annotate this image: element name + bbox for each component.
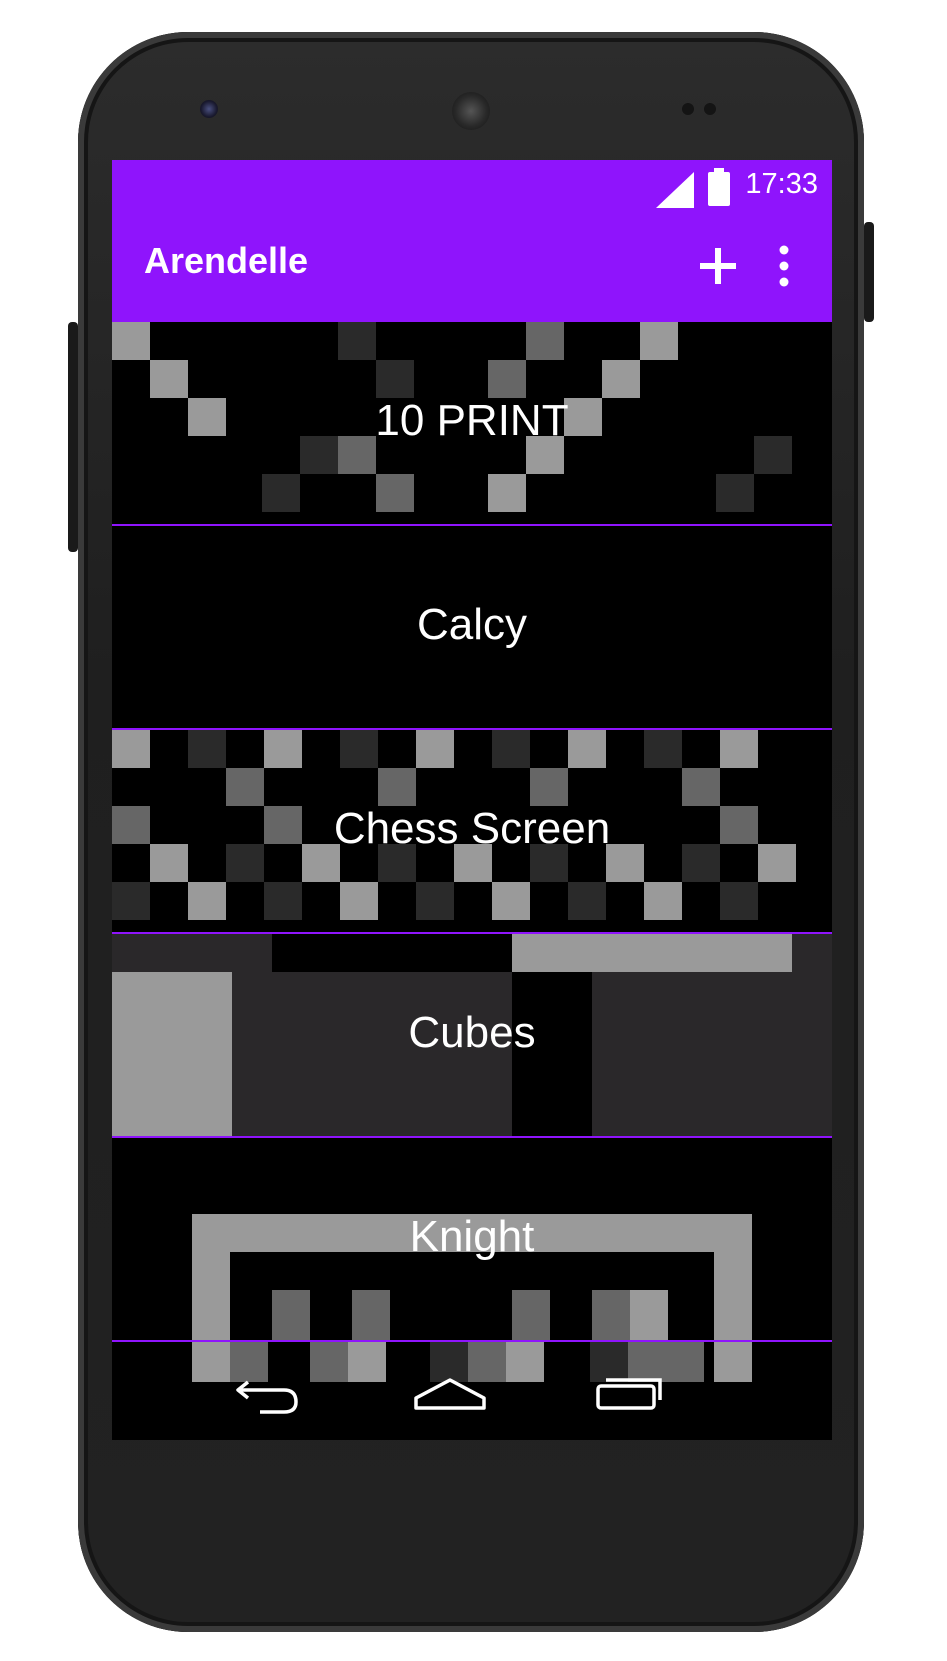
project-name: Cubes bbox=[408, 1008, 536, 1057]
status-bar: 17:33 bbox=[112, 160, 832, 210]
project-name: Chess Screen bbox=[333, 804, 611, 853]
project-name: Knight bbox=[409, 1212, 535, 1261]
project-name: 10 PRINT bbox=[375, 396, 569, 445]
navigation-bar bbox=[112, 1348, 832, 1440]
project-name: Calcy bbox=[416, 600, 528, 649]
app-title: Arendelle bbox=[144, 240, 309, 281]
project-item-cubes[interactable]: Cubes bbox=[112, 934, 832, 1138]
light-sensor bbox=[704, 103, 716, 115]
project-item-10-print[interactable]: 10 PRINT bbox=[112, 322, 832, 526]
earpiece-speaker bbox=[452, 92, 490, 130]
recents-icon[interactable] bbox=[594, 1368, 666, 1418]
project-item-calcy[interactable]: Calcy bbox=[112, 526, 832, 730]
add-project-button[interactable] bbox=[694, 242, 742, 290]
front-camera bbox=[200, 100, 218, 118]
screen: 17:33 Arendelle 10 PRINT Calcy Chess Scr… bbox=[112, 160, 832, 1440]
power-button bbox=[864, 222, 874, 322]
battery-icon bbox=[708, 168, 730, 206]
project-item-knight[interactable]: Knight bbox=[112, 1138, 832, 1342]
proximity-sensor bbox=[682, 103, 694, 115]
status-time: 17:33 bbox=[745, 168, 818, 200]
overflow-menu-icon[interactable] bbox=[772, 242, 796, 290]
back-icon[interactable] bbox=[232, 1368, 304, 1418]
project-list: 10 PRINT Calcy Chess Screen Cubes Knight bbox=[112, 322, 832, 1398]
project-item-chess-screen[interactable]: Chess Screen bbox=[112, 730, 832, 934]
app-bar: Arendelle bbox=[112, 210, 832, 322]
signal-icon bbox=[656, 172, 694, 208]
home-icon[interactable] bbox=[414, 1368, 486, 1418]
volume-button bbox=[68, 322, 78, 552]
